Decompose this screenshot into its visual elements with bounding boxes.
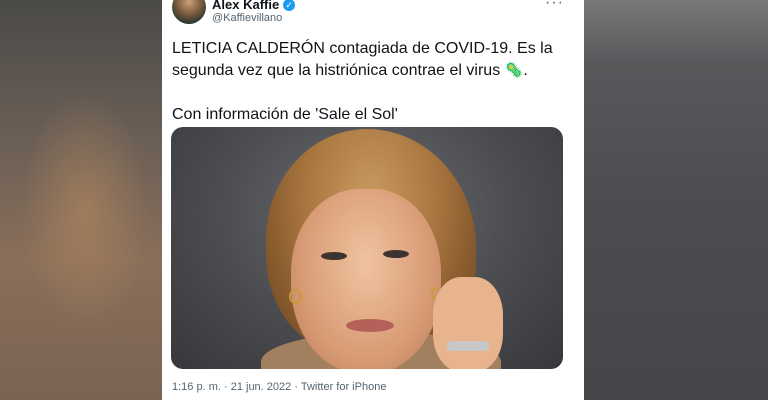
author-handle[interactable]: @Kaffievillano [212,12,282,24]
tweet-text-period: . [523,62,528,79]
photo-face [291,189,441,369]
tweet-source[interactable]: Twitter for iPhone [301,381,387,393]
meta-separator-2: · [291,381,301,393]
meta-separator-1: · [220,381,231,393]
photo-earring-left [289,289,302,304]
background-blur-right [584,0,768,400]
virus-emoji-icon: 🦠 [504,62,524,79]
tweet-text-line-1: LETICIA CALDERÓN contagiada de COVID-19.… [172,40,553,79]
photo-right-eye [383,250,409,258]
more-options-icon[interactable]: ··· [545,0,564,12]
tweet-text: LETICIA CALDERÓN contagiada de COVID-19.… [172,38,572,126]
tweet-date[interactable]: 21 jun. 2022 [231,381,292,393]
background-blur-left [0,0,162,400]
photo-left-eye [321,252,347,260]
author-avatar[interactable] [172,0,206,24]
verified-badge-icon: ✓ [283,0,296,11]
author-name-row: Álex Kaffie ✓ [212,0,296,12]
tweet-photo[interactable] [171,127,563,369]
photo-hand [433,277,503,369]
photo-watch [447,341,489,351]
author-name[interactable]: Álex Kaffie [212,0,279,12]
tweet-text-line-2: Con información de 'Sale el Sol' [172,106,398,123]
photo-lips [346,319,394,332]
tweet-card: Álex Kaffie ✓ @Kaffievillano ··· LETICIA… [162,0,584,400]
tweet-metadata: 1:16 p. m. · 21 jun. 2022 · Twitter for … [172,381,386,393]
tweet-text-paragraph-1: LETICIA CALDERÓN contagiada de COVID-19.… [172,38,572,82]
tweet-time[interactable]: 1:16 p. m. [172,381,221,393]
